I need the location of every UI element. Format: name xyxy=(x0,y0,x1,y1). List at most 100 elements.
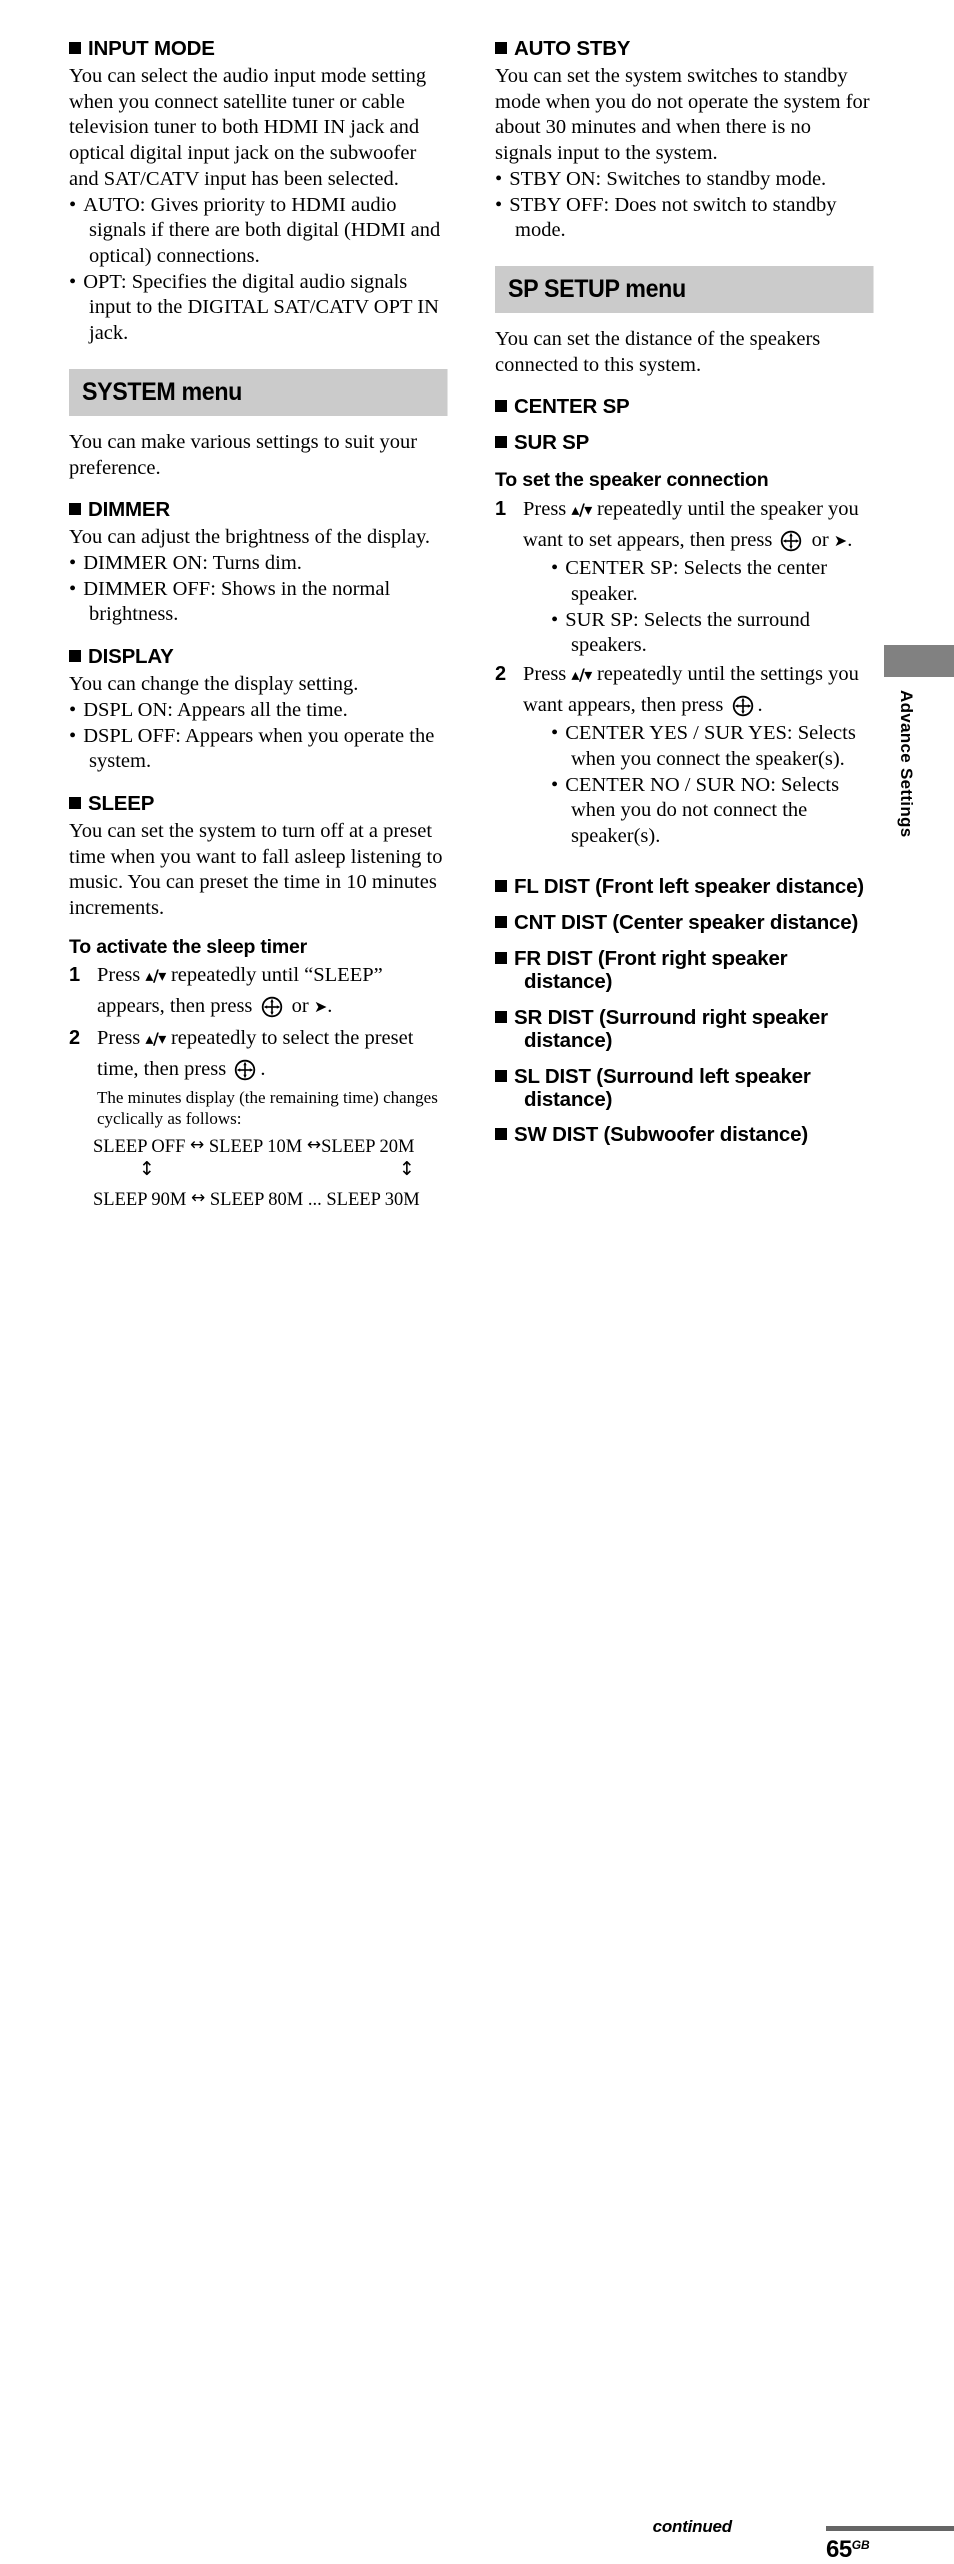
heading-display: DISPLAY xyxy=(69,645,448,669)
square-bullet-icon xyxy=(69,796,81,809)
cycle-item: SLEEP 30M xyxy=(326,1190,420,1211)
subheading-activate-sleep-timer: To activate the sleep timer xyxy=(69,935,308,958)
enter-button-icon xyxy=(260,995,285,1020)
page-number: 65GB xyxy=(826,2536,870,2564)
banner-system-menu: SYSTEM menu xyxy=(69,368,448,416)
heading-text: SR DIST (Surround right speaker distance… xyxy=(514,1005,828,1052)
square-bullet-icon xyxy=(69,650,81,663)
heading-sw-dist: SW DIST (Subwoofer distance) xyxy=(495,1123,870,1147)
step-2-bullets: • CENTER YES / SUR YES: Selects when you … xyxy=(523,721,870,850)
square-bullet-icon xyxy=(495,400,507,413)
display-body: You can change the display setting. xyxy=(69,673,359,696)
list-item-text: CENTER SP: Selects the center speaker. xyxy=(565,557,828,605)
cycle-item: SLEEP 80M xyxy=(209,1190,304,1211)
list-item: • DSPL OFF: Appears when you operate the … xyxy=(69,724,448,775)
list-item: • STBY OFF: Does not switch to standby mo… xyxy=(495,193,870,244)
heading-text: SUR SP xyxy=(514,431,590,455)
list-item: • DIMMER ON: Turns dim. xyxy=(69,551,448,577)
side-tab-marker xyxy=(884,645,954,677)
continued-label: continued xyxy=(652,2517,733,2536)
step-1: 1 Press ▴/▾ repeatedly until “SLEEP” appe… xyxy=(69,960,448,1022)
heading-text: DISPLAY xyxy=(88,645,174,669)
square-bullet-icon xyxy=(495,1010,507,1023)
cycle-item: SLEEP 90M xyxy=(93,1190,187,1211)
sleep-cycle-diagram: SLEEP OFF ↔ SLEEP 10M ↔SLEEP 20M ↕ ↕ SLEE… xyxy=(93,1135,448,1211)
step-text: Press xyxy=(523,662,572,685)
heading-auto-stby: AUTO STBY xyxy=(495,37,870,61)
square-bullet-icon xyxy=(495,436,507,449)
heading-fr-dist: FR DIST (Front right speaker distance) xyxy=(495,947,870,994)
step-text: Press xyxy=(97,1026,146,1049)
section-dimmer: DIMMER You can adjust the brightness of … xyxy=(69,498,448,628)
square-bullet-icon xyxy=(69,42,81,54)
list-item-text: DSPL ON: Appears all the time. xyxy=(83,698,348,721)
heading-text: SLEEP xyxy=(88,791,155,815)
display-bullets: • DSPL ON: Appears all the time. • DSPL OF… xyxy=(69,698,448,775)
footer-rule xyxy=(826,2526,954,2531)
heading-text: INPUT MODE xyxy=(88,37,215,60)
list-item: • AUTO: Gives priority to HDMI audio sign… xyxy=(69,193,448,270)
cycle-item: SLEEP OFF xyxy=(93,1136,186,1157)
dot-bullet-icon: • xyxy=(69,724,77,747)
square-bullet-icon xyxy=(495,42,507,54)
section-auto-stby: AUTO STBY You can set the system switche… xyxy=(495,37,870,244)
square-bullet-icon xyxy=(69,503,81,516)
banner-sp-setup-menu: SP SETUP menu xyxy=(495,265,874,313)
step-number: 1 xyxy=(69,964,81,987)
step-2: 2 Press ▴/▾ repeatedly until the settings… xyxy=(495,659,870,850)
section-system-menu: SYSTEM menu xyxy=(69,368,448,416)
speaker-connection-steps: 1 Press ▴/▾ repeatedly until the speaker … xyxy=(495,494,870,850)
list-item-text: STBY ON: Switches to standby mode. xyxy=(509,167,827,190)
heading-input-mode: INPUT MODE xyxy=(69,37,448,61)
dot-bullet-icon: • xyxy=(69,270,77,293)
step-number: 2 xyxy=(495,662,507,685)
section-sp-setup-menu: SP SETUP menu xyxy=(495,265,874,313)
page-number-value: 65 xyxy=(826,2536,852,2563)
heading-center-sp: CENTER SP xyxy=(495,395,870,419)
step-2: 2 Press ▴/▾ repeatedly to select the pres… xyxy=(69,1023,448,1085)
heading-text: AUTO STBY xyxy=(514,37,631,60)
heading-text: DIMMER xyxy=(88,498,170,522)
updown-arrow-icon: ▴/▾ xyxy=(571,499,592,519)
left-right-arrow-icon: ↔ xyxy=(306,1134,322,1155)
heading-cnt-dist: CNT DIST (Center speaker distance) xyxy=(495,911,870,935)
updown-arrow-icon: ▴/▾ xyxy=(145,1028,166,1048)
auto-stby-bullets: • STBY ON: Switches to standby mode. • STB… xyxy=(495,167,870,244)
step-text: . xyxy=(260,1057,266,1080)
subheading-set-speaker-connection: To set the speaker connection xyxy=(495,469,769,492)
list-item: • CENTER NO / SUR NO: Selects when you do… xyxy=(523,773,870,850)
square-bullet-icon xyxy=(495,1128,507,1141)
heading-text: FL DIST (Front left speaker distance) xyxy=(514,874,864,898)
cycle-row-1: SLEEP OFF ↔ SLEEP 10M ↔SLEEP 20M xyxy=(93,1135,448,1158)
left-right-arrow-icon: ↔ xyxy=(189,1134,205,1155)
cycle-item: SLEEP 20M xyxy=(321,1136,415,1157)
cycle-row-3: SLEEP 90M ↔ SLEEP 80M ... SLEEP 30M xyxy=(93,1188,448,1211)
enter-button-icon xyxy=(731,694,756,719)
side-tab-label: Advance Settings xyxy=(897,690,916,838)
heading-text: CENTER SP xyxy=(514,395,630,419)
heading-text: SW DIST (Subwoofer distance) xyxy=(514,1123,808,1147)
up-down-arrow-icon: ↕ xyxy=(139,1158,155,1181)
heading-sl-dist: SL DIST (Surround left speaker distance) xyxy=(495,1065,870,1112)
dot-bullet-icon: • xyxy=(69,551,77,574)
right-arrow-icon: ➤ xyxy=(313,997,328,1017)
step-number: 1 xyxy=(495,497,507,520)
list-item: • CENTER YES / SUR YES: Selects when you … xyxy=(523,721,870,772)
step-text: or xyxy=(806,528,834,551)
right-arrow-icon: ➤ xyxy=(833,530,848,550)
updown-arrow-icon: ▴/▾ xyxy=(571,664,592,684)
cycle-ellipsis: ... xyxy=(307,1190,322,1211)
list-item: • OPT: Specifies the digital audio signal… xyxy=(69,270,448,347)
input-mode-bullets: • AUTO: Gives priority to HDMI audio sign… xyxy=(69,193,448,347)
step-number: 2 xyxy=(69,1026,81,1049)
list-item-text: DIMMER OFF: Shows in the normal brightne… xyxy=(83,577,391,626)
step-text: or xyxy=(286,995,314,1018)
step-1: 1 Press ▴/▾ repeatedly until the speaker … xyxy=(495,494,870,659)
step-text: . xyxy=(847,528,853,551)
manual-page: INPUT MODE You can select the audio inpu… xyxy=(0,0,954,2563)
section-display: DISPLAY You can change the display setti… xyxy=(69,645,448,775)
